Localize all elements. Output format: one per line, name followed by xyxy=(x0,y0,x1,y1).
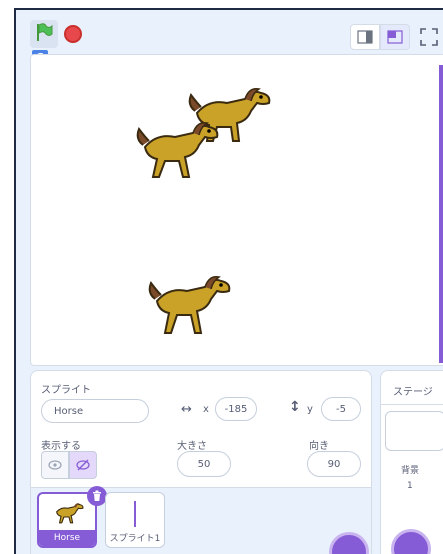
backdrop-count: 1 xyxy=(407,481,413,491)
page-margin xyxy=(0,0,14,554)
small-stage-icon xyxy=(357,30,373,44)
x-label: x xyxy=(203,404,209,415)
sprite-name-input[interactable]: Horse xyxy=(41,399,149,423)
direction-label: 向き xyxy=(309,441,329,452)
stage-and-target-pane: G xyxy=(14,8,443,554)
fullscreen-button[interactable] xyxy=(418,26,440,48)
sprite-list: Horse スプライト1 xyxy=(30,486,372,554)
x-arrows-icon: ↔ xyxy=(181,402,192,417)
stage-scrollbar[interactable] xyxy=(439,65,443,363)
horse-thumbnail xyxy=(56,503,84,524)
horse-sprite[interactable] xyxy=(135,117,223,183)
stage-canvas[interactable] xyxy=(30,54,443,366)
sprite-tile-name: Horse xyxy=(39,530,95,546)
sprite-tile-name: スプライト1 xyxy=(109,534,161,544)
horse-sprite[interactable] xyxy=(147,269,235,339)
small-stage-button[interactable] xyxy=(350,24,380,50)
stage-size-toggle xyxy=(350,24,410,50)
hide-button[interactable] xyxy=(69,451,97,479)
sprite1-thumbnail xyxy=(134,501,136,527)
eye-slash-icon xyxy=(76,459,90,471)
stage-panel-title: ステージ xyxy=(393,387,433,398)
y-input[interactable]: -5 xyxy=(321,397,361,421)
y-arrows-icon: ↕ xyxy=(289,399,301,415)
visibility-toggle xyxy=(41,451,97,479)
stage-thumbnail[interactable] xyxy=(385,411,443,451)
choose-backdrop-button[interactable] xyxy=(391,529,431,554)
sprite-label: スプライト xyxy=(41,385,91,396)
show-button[interactable] xyxy=(41,451,69,479)
choose-sprite-button[interactable] xyxy=(329,532,369,554)
x-input[interactable]: -185 xyxy=(215,397,257,421)
y-label: y xyxy=(307,404,313,415)
stage-panel-header: ステージ xyxy=(381,371,443,405)
backdrop-label: 背景 xyxy=(401,466,420,476)
green-flag-icon xyxy=(34,22,54,46)
size-input[interactable]: 50 xyxy=(177,451,231,477)
size-label: 大きさ xyxy=(177,441,207,452)
delete-sprite-button[interactable] xyxy=(87,486,107,506)
stage-selector-panel[interactable]: ステージ 背景 1 xyxy=(380,370,443,554)
normal-stage-button[interactable] xyxy=(380,24,410,50)
fullscreen-icon xyxy=(420,28,438,46)
sprite-tile-sprite1[interactable]: スプライト1 xyxy=(105,492,165,548)
sprite-info-panel: スプライト Horse ↔ x -185 ↕ y -5 表示する 大きさ 50 … xyxy=(30,370,372,488)
stop-button[interactable] xyxy=(64,25,82,43)
direction-input[interactable]: 90 xyxy=(307,451,361,477)
show-label: 表示する xyxy=(41,441,81,452)
green-flag-button[interactable] xyxy=(30,20,58,48)
trash-icon xyxy=(93,490,101,501)
eye-icon xyxy=(48,460,62,470)
normal-stage-icon xyxy=(387,30,403,44)
